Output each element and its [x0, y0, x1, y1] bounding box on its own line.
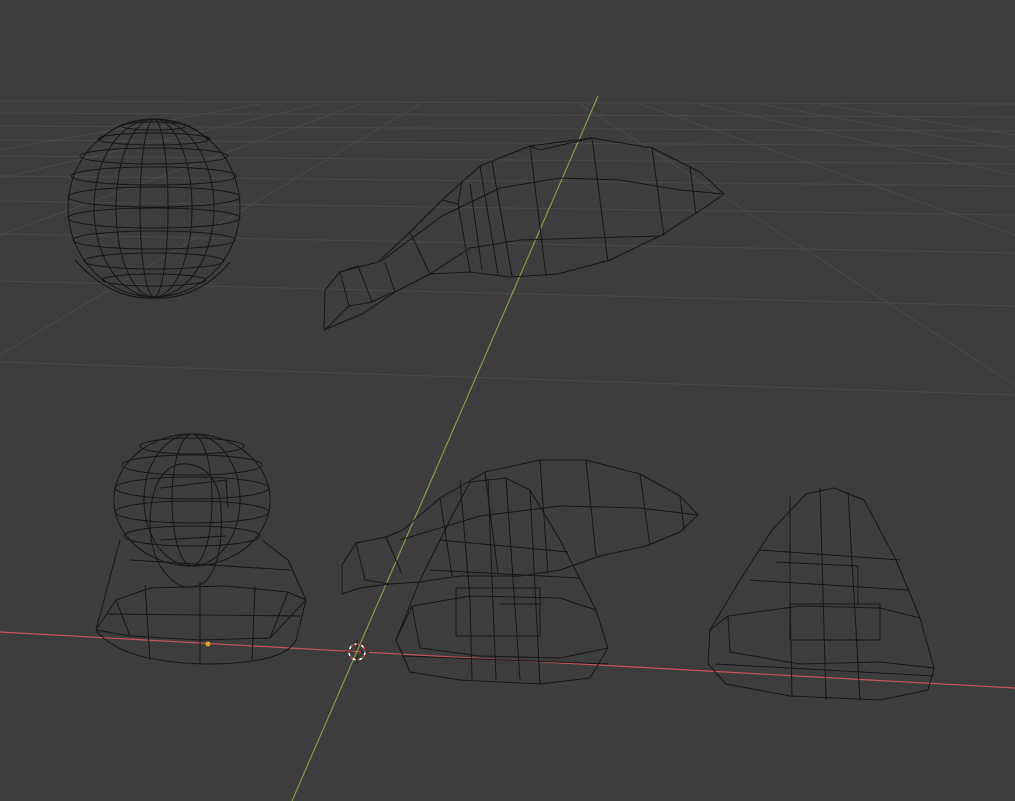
fish-upper[interactable]: [323, 137, 725, 331]
cone-right[interactable]: [707, 487, 935, 701]
selected-origin-dot: [205, 641, 211, 647]
viewport-canvas[interactable]: [0, 0, 1015, 801]
pawn-sphere-cone[interactable]: [95, 433, 307, 665]
uv-sphere[interactable]: [67, 118, 241, 299]
y-axis-line: [291, 95, 599, 801]
3d-viewport[interactable]: [0, 0, 1015, 801]
fish-lower[interactable]: [341, 459, 699, 595]
